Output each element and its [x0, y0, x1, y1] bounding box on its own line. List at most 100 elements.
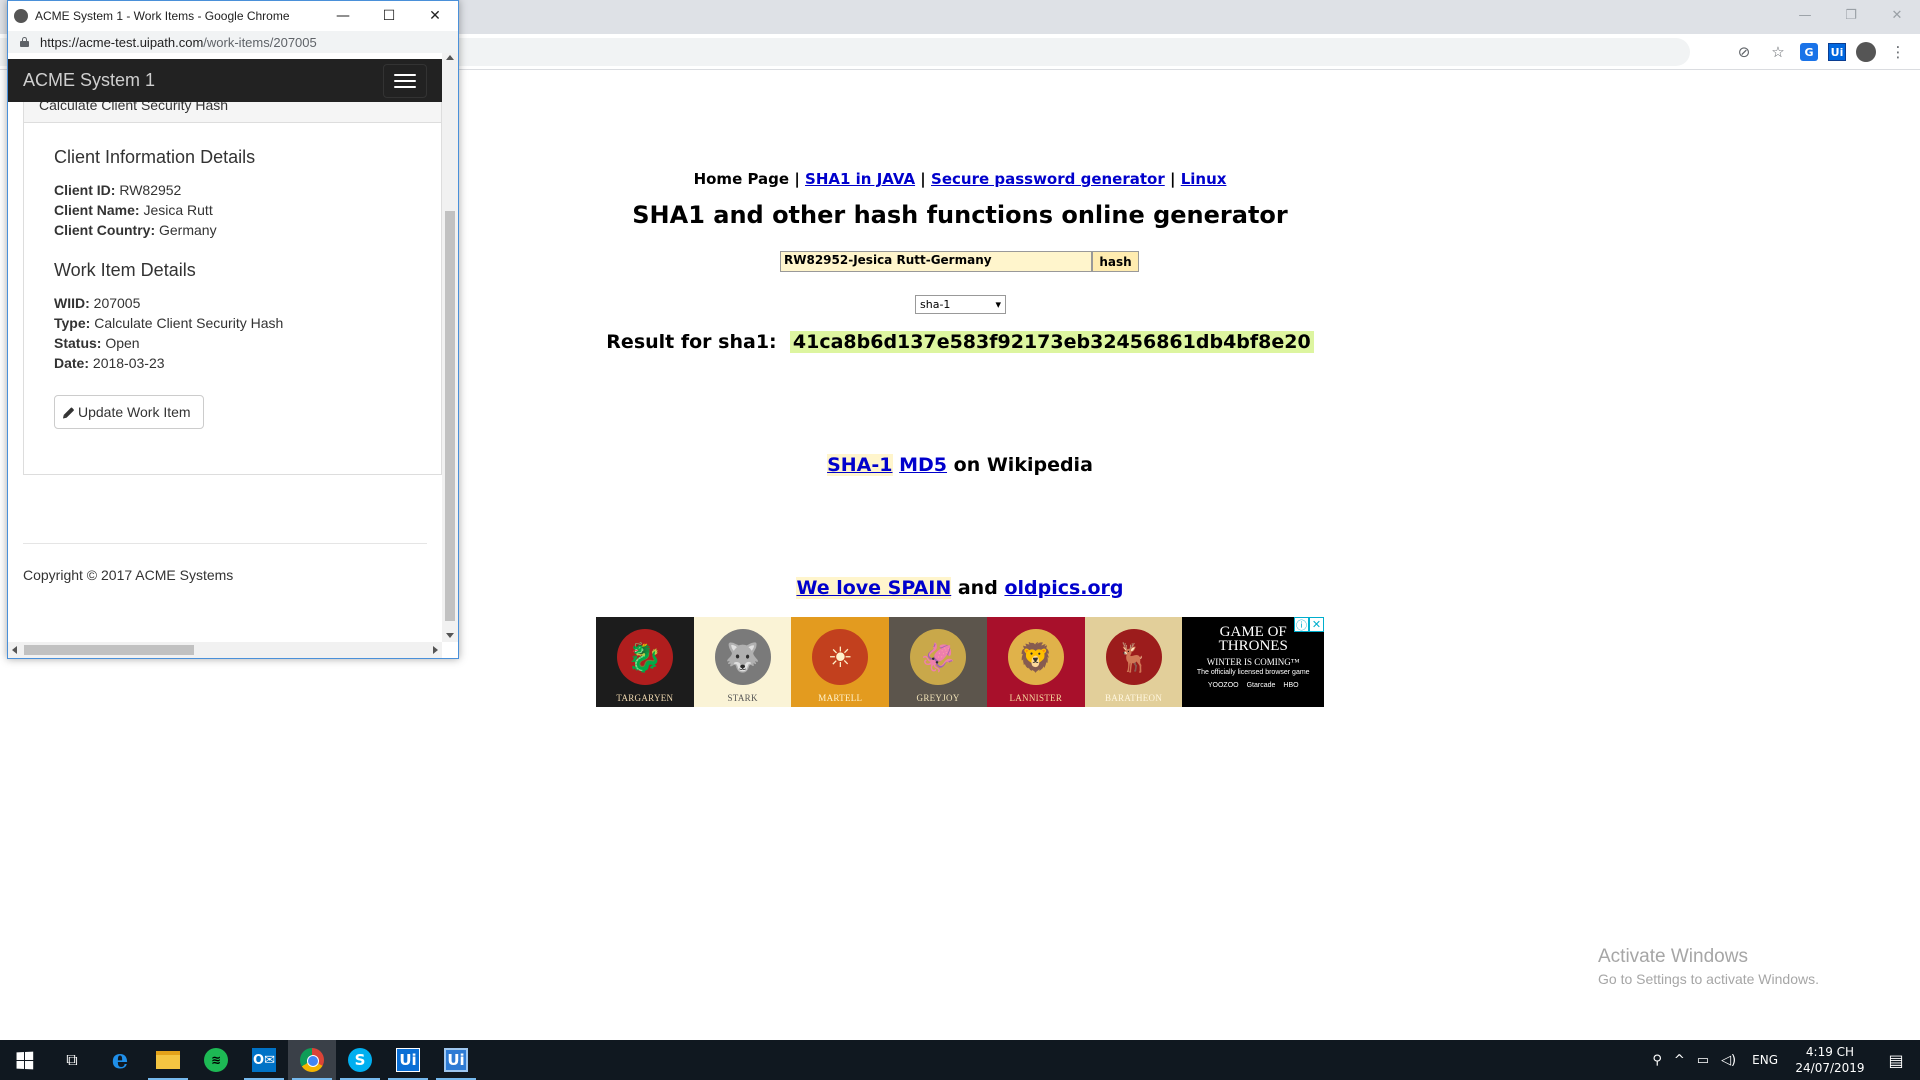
- result-hash[interactable]: 41ca8b6d137e583f92173eb32456861db4bf8e20: [789, 331, 1314, 353]
- ui-icon: Ui: [396, 1048, 420, 1072]
- ad-house-tile[interactable]: 🦁 LANNISTER: [986, 617, 1085, 707]
- volume-icon[interactable]: ◁): [1715, 1040, 1742, 1080]
- ad-game-of-thrones-tile[interactable]: GAME OF THRONES WINTER IS COMING™ The offic…: [1182, 617, 1325, 707]
- start-button[interactable]: [0, 1040, 48, 1080]
- type-value: Calculate Client Security Hash: [90, 315, 284, 331]
- wiid-label: WIID:: [54, 295, 90, 311]
- minimize-button[interactable]: —: [1782, 0, 1828, 30]
- hash-button[interactable]: hash: [1092, 251, 1139, 272]
- scroll-left-icon[interactable]: [12, 646, 17, 654]
- vertical-scroll-thumb[interactable]: [445, 211, 455, 621]
- task-view-button[interactable]: ⧉: [48, 1040, 96, 1080]
- ad-house-tile[interactable]: 🦌 BARATHEON: [1084, 617, 1183, 707]
- pencil-icon: [63, 406, 75, 418]
- hash-input[interactable]: RW82952-Jesica Rutt-Germany: [780, 251, 1092, 272]
- acme-window-controls: — ☐ ✕: [320, 1, 458, 31]
- client-country-row: Client Country: Germany: [54, 220, 411, 240]
- site-nav: Home Page | SHA1 in JAVA | Secure passwo…: [460, 170, 1460, 188]
- notifications-icon[interactable]: ▤: [1872, 1040, 1920, 1080]
- sha1-generator-page: Home Page | SHA1 in JAVA | Secure passwo…: [460, 70, 1460, 970]
- nav-link-sha1-java[interactable]: SHA1 in JAVA: [805, 170, 915, 188]
- skype-button[interactable]: S: [336, 1040, 384, 1080]
- ad-info-icon[interactable]: ⓘ: [1294, 617, 1310, 632]
- status-label: Status:: [54, 335, 102, 351]
- file-explorer-button[interactable]: [144, 1040, 192, 1080]
- link-we-love-spain[interactable]: We love SPAIN: [796, 577, 952, 599]
- chrome-icon: [300, 1048, 324, 1072]
- acme-navbar: ACME System 1: [8, 59, 442, 102]
- scroll-down-icon[interactable]: [446, 633, 454, 638]
- profile-avatar-icon[interactable]: [1856, 42, 1876, 62]
- menu-icon[interactable]: ⋮: [1886, 40, 1910, 64]
- client-id-label: Client ID:: [54, 182, 116, 198]
- work-section-title: Work Item Details: [54, 260, 196, 280]
- clock[interactable]: 4:19 CH 24/07/2019: [1788, 1040, 1872, 1080]
- taskbar-apps: ⧉ e ≋ O✉ S Ui Ui: [48, 1040, 480, 1080]
- skype-icon: S: [348, 1048, 372, 1072]
- edge-icon: e: [111, 1045, 129, 1075]
- language-indicator[interactable]: ENG: [1742, 1040, 1788, 1080]
- horizontal-scrollbar[interactable]: [8, 642, 442, 658]
- outlook-button[interactable]: O✉: [240, 1040, 288, 1080]
- wiid-row: WIID: 207005: [54, 293, 411, 313]
- link-oldpics[interactable]: oldpics.org: [1004, 577, 1123, 599]
- footer-divider: [23, 543, 427, 544]
- house-name: LANNISTER: [1009, 693, 1063, 703]
- maximize-button[interactable]: ☐: [366, 1, 412, 31]
- uipath-robot-button[interactable]: Ui: [432, 1040, 480, 1080]
- wiki-link-sha1[interactable]: SHA-1: [827, 454, 893, 476]
- house-sigil-icon: 🐺: [714, 629, 771, 685]
- clock-time: 4:19 CH: [1805, 1045, 1855, 1059]
- nav-link-password-generator[interactable]: Secure password generator: [931, 170, 1165, 188]
- got-title-1: GAME OF: [1219, 624, 1287, 640]
- ad-house-tile[interactable]: 🦑 GREYJOY: [889, 617, 987, 707]
- activate-windows-watermark: Activate Windows Go to Settings to activ…: [1598, 946, 1819, 987]
- date-label: Date:: [54, 355, 90, 371]
- nav-link-linux[interactable]: Linux: [1181, 170, 1227, 188]
- ad-house-tile[interactable]: 🐺 STARK: [693, 617, 792, 707]
- uipath-extension-icon[interactable]: Ui: [1828, 43, 1846, 61]
- date-value: 2018-03-23: [89, 355, 165, 371]
- acme-titlebar: ACME System 1 - Work Items - Google Chro…: [8, 1, 458, 31]
- edge-button[interactable]: e: [96, 1040, 144, 1080]
- restore-button[interactable]: ❐: [1828, 0, 1874, 30]
- scroll-up-icon[interactable]: [446, 55, 454, 60]
- house-name: STARK: [727, 693, 758, 703]
- update-work-item-button[interactable]: Update Work Item: [54, 395, 204, 429]
- minimize-button[interactable]: —: [320, 1, 366, 31]
- scroll-right-icon[interactable]: [433, 646, 438, 654]
- spotify-button[interactable]: ≋: [192, 1040, 240, 1080]
- ad-banner[interactable]: 🐉 TARGARYEN 🐺 STARK ☀ MARTELL 🦑 GREYJOY 🦁 LANNIST…: [596, 617, 1325, 707]
- nav-separator: |: [1164, 170, 1181, 188]
- people-icon[interactable]: ⚲: [1646, 1040, 1668, 1080]
- star-icon[interactable]: ☆: [1766, 40, 1790, 64]
- hash-form: RW82952-Jesica Rutt-Germany hash: [780, 251, 1139, 272]
- got-tagline: The officially licensed browser game: [1196, 669, 1310, 676]
- extension-icon[interactable]: ⊘: [1732, 40, 1756, 64]
- background-window-controls: — ❐ ✕: [1782, 0, 1920, 30]
- type-row: Type: Calculate Client Security Hash: [54, 313, 411, 333]
- result-line: Result for sha1: 41ca8b6d137e583f92173eb…: [460, 331, 1460, 353]
- acme-address-bar[interactable]: https://acme-test.uipath.com/work-items/…: [8, 31, 458, 53]
- got-subtitle: WINTER IS COMING™: [1206, 657, 1300, 667]
- wiki-link-md5[interactable]: MD5: [899, 454, 947, 476]
- ad-house-tile[interactable]: 🐉 TARGARYEN: [596, 617, 694, 707]
- acme-brand[interactable]: ACME System 1: [23, 70, 155, 91]
- nav-separator: |: [789, 170, 806, 188]
- nav-separator: |: [915, 170, 932, 188]
- close-button[interactable]: ✕: [412, 1, 458, 31]
- ad-close-icon[interactable]: ✕: [1309, 617, 1325, 632]
- chrome-button[interactable]: [288, 1040, 336, 1080]
- hamburger-menu-icon[interactable]: [383, 63, 427, 98]
- close-button[interactable]: ✕: [1874, 0, 1920, 30]
- uipath-studio-button[interactable]: Ui: [384, 1040, 432, 1080]
- network-icon[interactable]: ▭: [1691, 1040, 1715, 1080]
- horizontal-scroll-thumb[interactable]: [24, 645, 194, 655]
- wikipedia-line: SHA-1 MD5 on Wikipedia: [460, 454, 1460, 476]
- translate-icon[interactable]: G: [1800, 43, 1818, 61]
- algorithm-select[interactable]: sha-1 ▾: [915, 295, 1006, 314]
- vertical-scrollbar[interactable]: [442, 53, 458, 642]
- chevron-up-icon[interactable]: ^: [1668, 1040, 1691, 1080]
- promo-line: We love SPAIN and oldpics.org: [460, 577, 1460, 599]
- ad-house-tile[interactable]: ☀ MARTELL: [791, 617, 890, 707]
